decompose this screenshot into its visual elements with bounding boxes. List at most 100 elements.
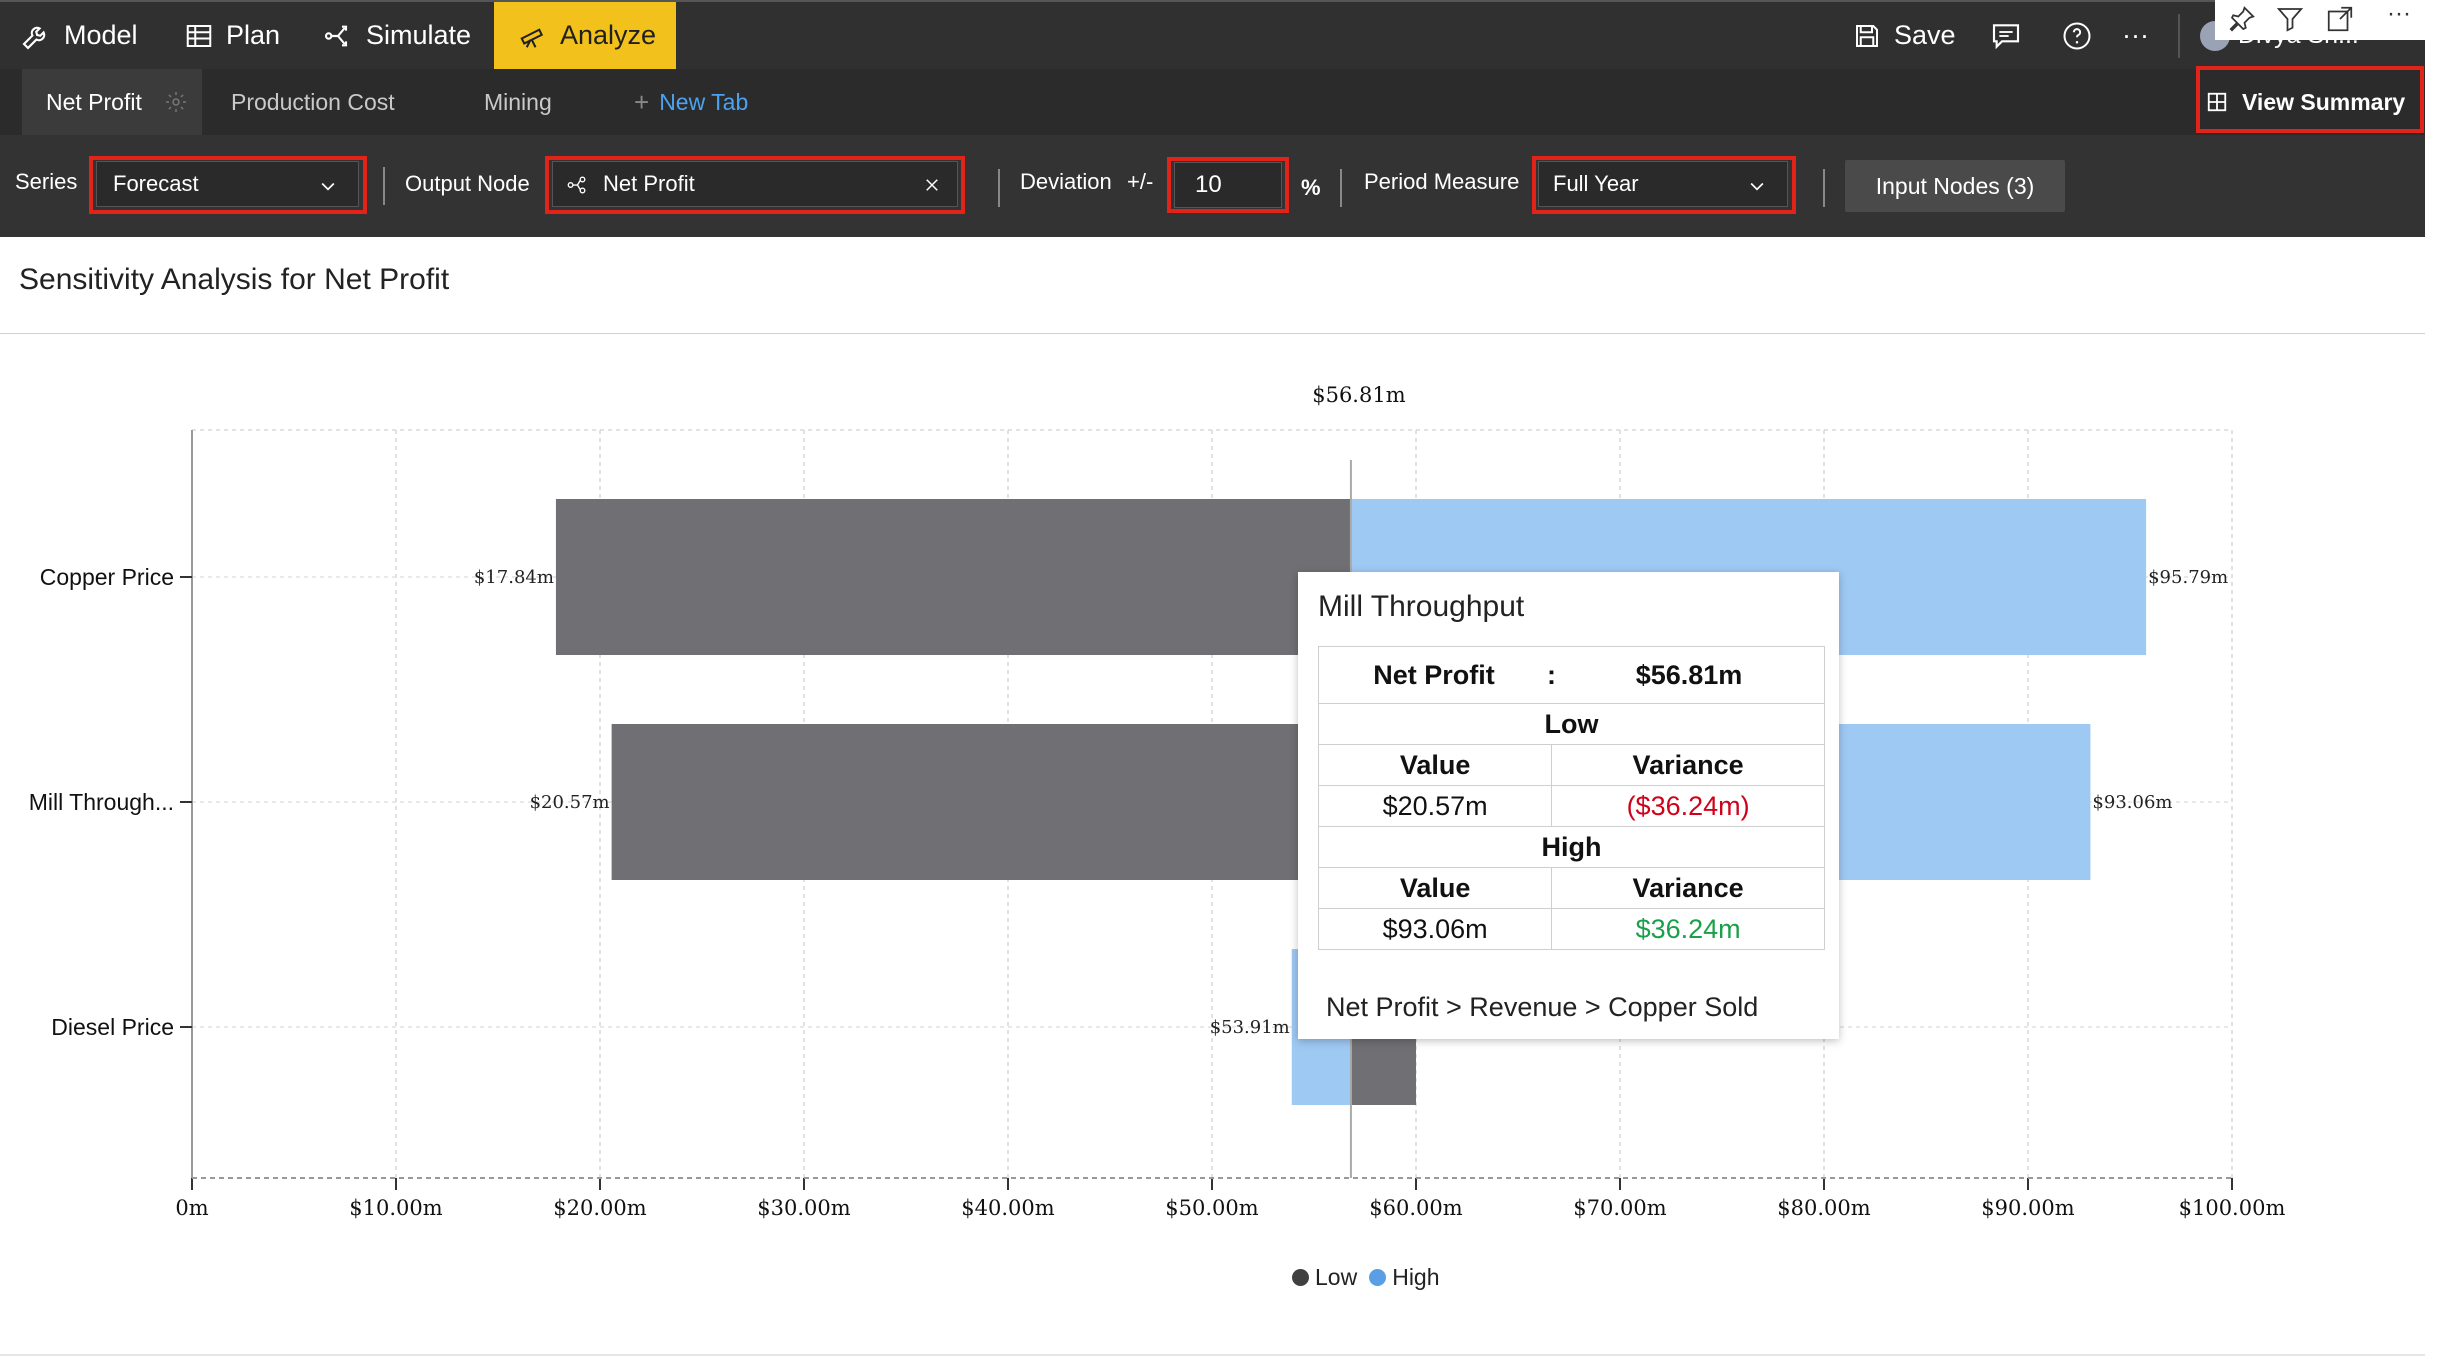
data-label-high: $93.06m [2092,792,2172,813]
bottom-border [0,1354,2425,1356]
analysis-toolbar: Series Forecast Output Node Net Profit D… [0,135,2425,237]
deviation-label: Deviation [1020,169,1112,194]
filter-icon[interactable] [2275,4,2305,34]
tooltip-high-header: High [1318,826,1825,868]
nav-divider [2178,14,2180,58]
output-node-field[interactable]: Net Profit [552,161,958,207]
gear-icon[interactable] [164,90,188,114]
category-label: Mill Through... [29,789,174,815]
category-label: Diesel Price [51,1014,174,1040]
page-title: Sensitivity Analysis for Net Profit [19,263,450,296]
chart-legend: Low High [1292,1264,1440,1291]
visual-header: ··· [2215,0,2425,40]
chart-tooltip: Mill Throughput Net Profit : $56.81m Low… [1298,572,1839,1039]
clear-icon[interactable] [923,176,941,194]
tooltip-net-profit-row: Net Profit : $56.81m [1318,646,1825,704]
tab-mining[interactable]: Mining [484,69,552,135]
x-tick-label: 0m [175,1196,208,1220]
bar-low [555,499,1351,655]
tab-production-cost-label: Production Cost [231,88,395,115]
more-options-button[interactable]: ··· [2122,2,2149,69]
x-tick-label: $90.00m [1981,1196,2074,1220]
visual-more-icon[interactable]: ··· [2387,0,2411,28]
tooltip-net-profit-value: $56.81m [1635,659,1743,690]
input-nodes-label: Input Nodes (3) [1875,172,2035,199]
data-label-low: $20.57m [530,792,610,813]
period-measure-value: Full Year [1553,171,1639,196]
view-summary-button[interactable]: View Summary [2206,69,2405,135]
chevron-down-icon [1750,182,1764,191]
tooltip-node-path: Net Profit > Revenue > Copper Sold [1326,992,1759,1022]
branch-icon [324,25,348,46]
series-label: Series [15,169,78,194]
legend-high-label[interactable]: High [1392,1264,1439,1291]
data-label-high: $53.91m [1210,1017,1290,1038]
legend-high-swatch [1369,1269,1387,1286]
save-button[interactable]: Save [1852,2,1956,69]
nav-model[interactable]: Model [20,2,138,69]
legend-low-label[interactable]: Low [1315,1264,1357,1291]
data-label-high: $95.79m [2148,567,2228,588]
period-measure-label: Period Measure [1364,169,1520,194]
tab-production-cost[interactable]: Production Cost [231,69,395,135]
wrench-icon [22,26,46,50]
data-label-low: $17.84m [474,567,554,588]
input-nodes-button[interactable]: Input Nodes (3) [1845,160,2065,212]
tooltip-high-variance: $36.24m [1551,908,1825,950]
output-node-value: Net Profit [603,171,695,196]
new-tab-button[interactable]: + New Tab [634,69,748,135]
top-nav-bar: Model Plan Simulate Analyze Save ··· Div… [0,0,2425,69]
tooltip-low-value-header: Value [1317,744,1553,786]
series-dropdown[interactable]: Forecast [96,161,359,207]
chevron-down-icon [321,182,335,191]
x-tick-label: $70.00m [1573,1196,1666,1220]
nav-analyze-label: Analyze [560,20,657,50]
divider [1340,169,1342,207]
help-icon [2063,22,2091,49]
tab-net-profit-label: Net Profit [46,88,142,115]
tornado-chart: 0m $10.00m $20.00m $30.00m $40.00m $50.00m $60… [29,383,2286,1220]
tooltip-high-variance-header: Variance [1551,867,1825,909]
focus-mode-icon[interactable] [2325,4,2355,34]
x-tick-label: $50.00m [1165,1196,1258,1220]
divider [383,167,385,205]
nav-plan-label: Plan [226,20,281,50]
x-tick-label: $60.00m [1369,1196,1462,1220]
x-tick-label: $100.00m [2179,1196,2286,1220]
deviation-input[interactable]: 10 [1174,162,1282,208]
pin-icon[interactable] [2227,4,2257,34]
divider [998,169,1000,207]
tooltip-table: Net Profit : $56.81m Low Value Variance … [1317,646,1825,950]
x-tick-label: $10.00m [349,1196,442,1220]
tooltip-colon: : [1547,659,1556,690]
tab-net-profit[interactable]: Net Profit [22,69,202,135]
x-tick-label: $80.00m [1777,1196,1870,1220]
tooltip-high-value-header: Value [1317,867,1553,909]
plus-minus-label: +/- [1127,169,1154,194]
title-divider [0,333,2425,334]
divider [1823,169,1825,207]
help-button[interactable] [2062,2,2092,69]
period-measure-dropdown[interactable]: Full Year [1538,161,1788,207]
save-icon [1856,24,1878,47]
baseline-label: $56.81m [1312,383,1405,407]
telescope-icon [520,27,544,48]
category-label: Copper Price [40,564,174,590]
x-tick-label: $30.00m [757,1196,850,1220]
tab-mining-label: Mining [484,88,552,115]
tooltip-low-variance-header: Variance [1551,744,1825,786]
tooltip-low-value: $20.57m [1317,785,1553,827]
save-label: Save [1894,20,1956,50]
new-tab-label: New Tab [659,88,749,115]
nav-analyze[interactable]: Analyze [494,2,676,69]
table-icon [186,24,212,47]
node-graph-icon [567,176,586,194]
nav-plan[interactable]: Plan [184,2,280,69]
nav-simulate-label: Simulate [366,20,472,50]
tooltip-net-profit-label: Net Profit [1373,659,1495,690]
more-options-icon: ··· [2122,20,2149,50]
comment-button[interactable] [1990,2,2022,69]
nav-simulate[interactable]: Simulate [322,2,471,69]
deviation-value: 10 [1195,171,1222,198]
plus-icon: + [634,86,650,117]
